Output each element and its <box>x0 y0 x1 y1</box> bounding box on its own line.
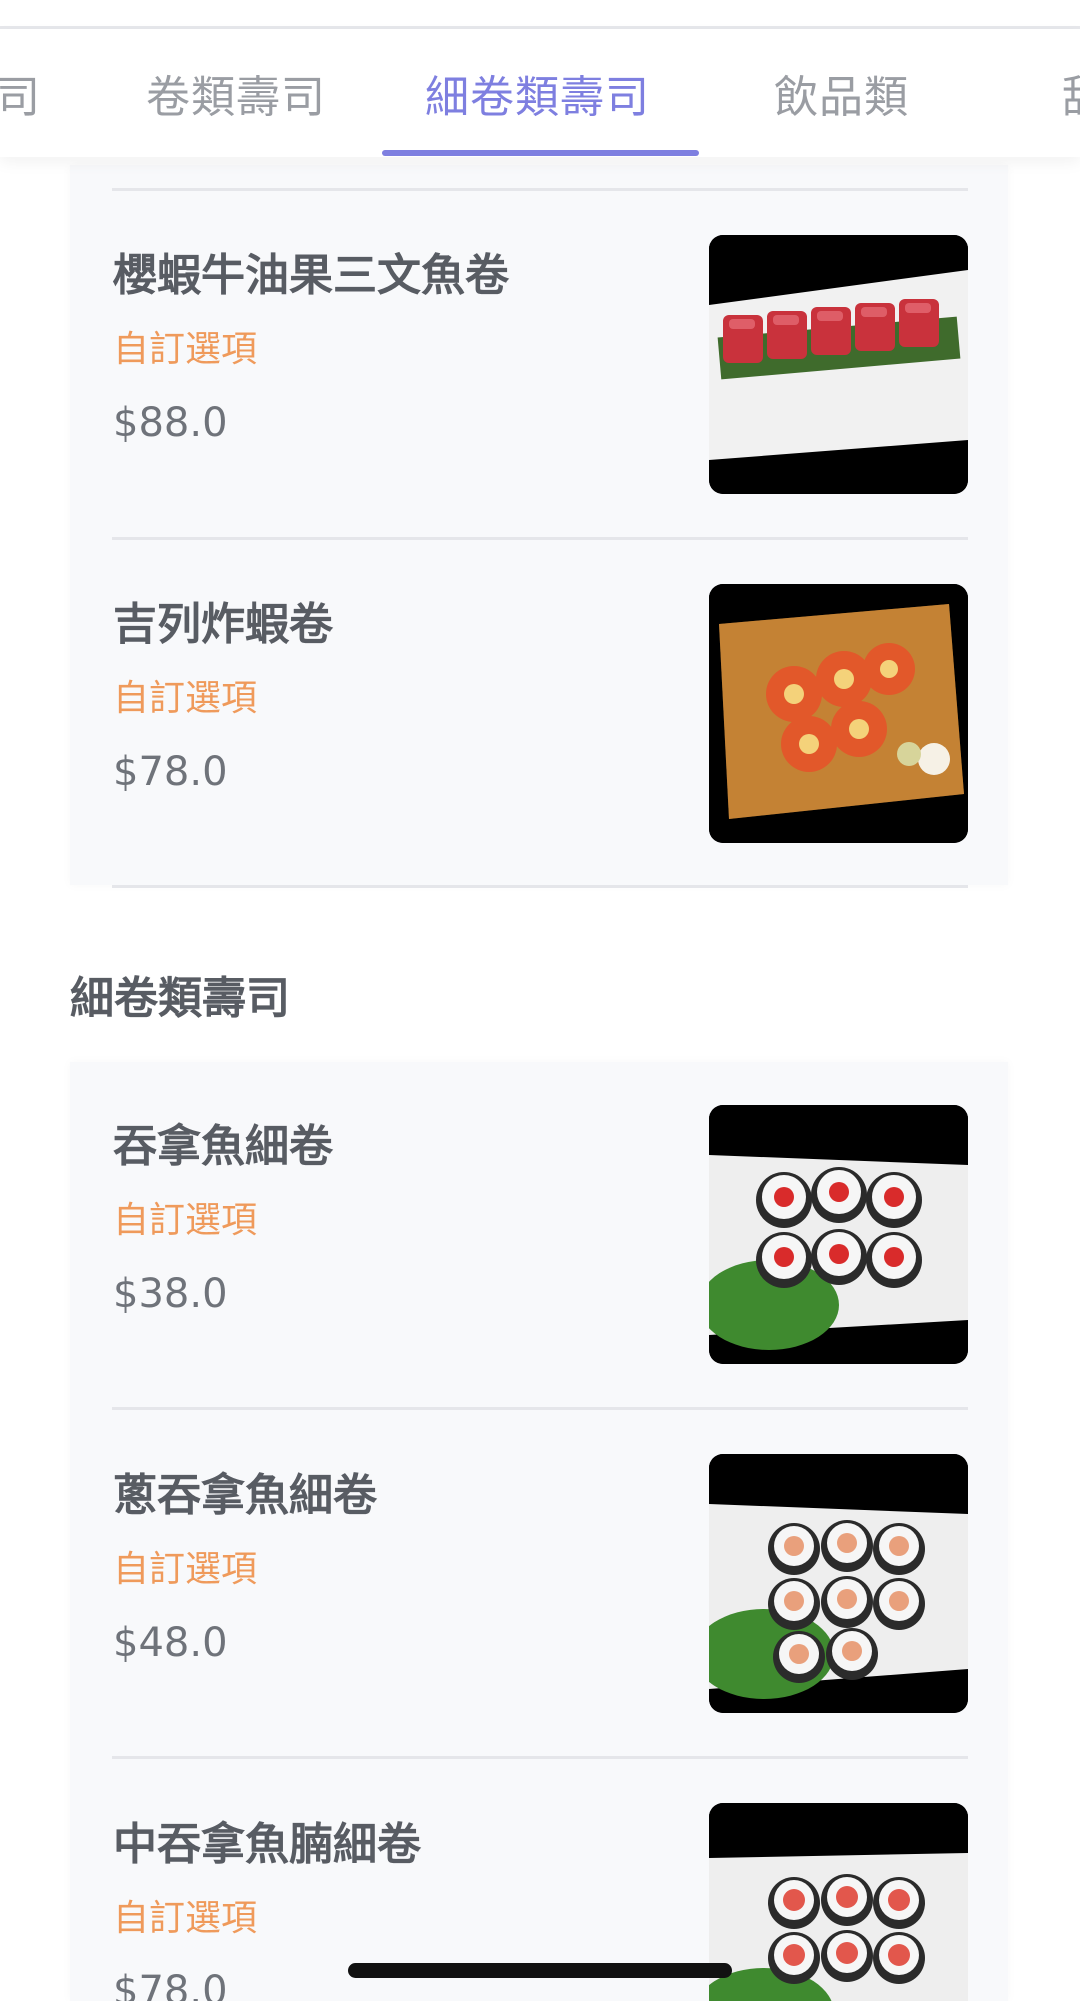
item-name: 中吞拿魚腩細卷 <box>113 1819 421 1870</box>
item-price: $88.0 <box>113 400 228 446</box>
tab-rolls[interactable]: 卷類壽司 <box>146 61 326 125</box>
custom-option-link[interactable]: 自訂選項 <box>113 1191 257 1243</box>
toro-roll-image[interactable] <box>709 1803 968 2001</box>
custom-option-link[interactable]: 自訂選項 <box>113 669 257 721</box>
item-name: 吉列炸蝦卷 <box>113 599 333 650</box>
menu-page: 司 卷類壽司 細卷類壽司 飲品類 甜 櫻蝦牛油果三文魚卷 自訂選項 $88.0 <box>0 0 1080 2001</box>
item-name: 吞拿魚細卷 <box>113 1121 333 1172</box>
divider <box>112 885 968 888</box>
active-tab-indicator <box>382 150 699 156</box>
custom-option-link[interactable]: 自訂選項 <box>113 1540 257 1592</box>
tuna-roll-image[interactable] <box>709 1105 968 1364</box>
custom-option-link[interactable]: 自訂選項 <box>113 1889 257 1941</box>
item-price: $38.0 <box>113 1271 228 1317</box>
item-price: $78.0 <box>113 1968 228 2001</box>
item-price: $48.0 <box>113 1620 228 1666</box>
category-tab-bar: 司 卷類壽司 細卷類壽司 飲品類 甜 <box>0 29 1080 157</box>
item-price: $78.0 <box>113 749 228 795</box>
divider <box>112 1756 968 1759</box>
tempura-roll-image[interactable] <box>709 584 968 843</box>
divider <box>112 1407 968 1410</box>
divider <box>112 537 968 540</box>
tab-sushi-partial[interactable]: 司 <box>0 61 41 125</box>
negitoro-roll-image[interactable] <box>709 1454 968 1713</box>
item-name: 櫻蝦牛油果三文魚卷 <box>113 250 509 301</box>
menu-card-group: 櫻蝦牛油果三文魚卷 自訂選項 $88.0 吉列炸蝦卷 自訂選項 $78.0 <box>70 165 1008 888</box>
section-title: 細卷類壽司 <box>70 973 290 1024</box>
roll-image[interactable] <box>709 235 968 494</box>
tab-dessert-partial[interactable]: 甜 <box>1062 61 1080 125</box>
menu-card-group: 吞拿魚細卷 自訂選項 $38.0 蔥吞拿魚細卷 自訂選項 $48.0 中吞拿魚腩… <box>70 1062 1008 2001</box>
tab-thin-rolls[interactable]: 細卷類壽司 <box>425 61 650 125</box>
divider <box>112 188 968 191</box>
custom-option-link[interactable]: 自訂選項 <box>113 320 257 372</box>
item-name: 蔥吞拿魚細卷 <box>113 1470 377 1521</box>
home-indicator[interactable] <box>348 1963 732 1978</box>
tab-drinks[interactable]: 飲品類 <box>774 61 909 125</box>
